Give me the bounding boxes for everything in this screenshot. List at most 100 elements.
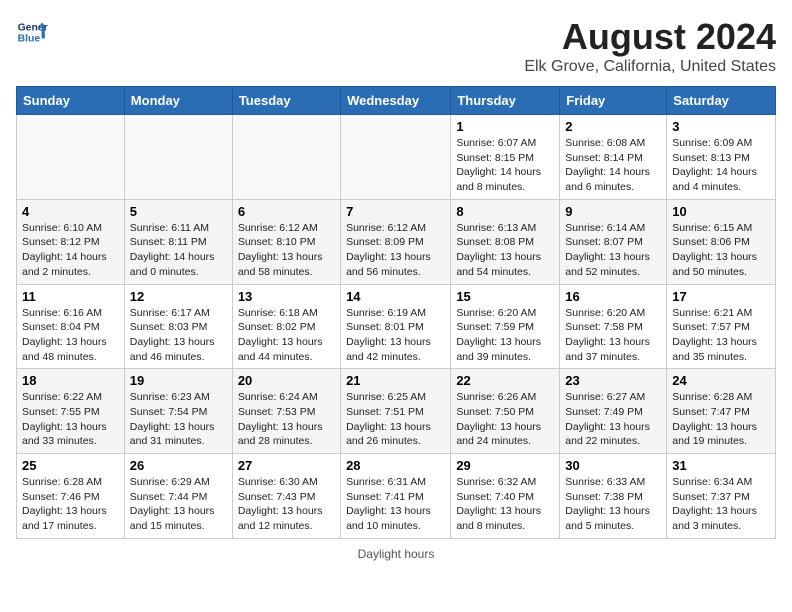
title-area: August 2024 Elk Grove, California, Unite… (524, 16, 776, 76)
calendar-week-1: 1 Sunrise: 6:07 AM Sunset: 8:15 PM Daylig… (17, 115, 776, 200)
day-info: Sunrise: 6:12 AM Sunset: 8:09 PM Dayligh… (346, 221, 445, 280)
page-title: August 2024 (524, 16, 776, 58)
calendar-cell: 9Sunrise: 6:14 AM Sunset: 8:07 PM Daylig… (560, 199, 667, 284)
calendar-cell: 13 Sunrise: 6:18 AM Sunset: 8:02 PM Dayli… (232, 284, 340, 369)
day-info: Sunrise: 6:22 AM Sunset: 7:55 PM Dayligh… (22, 390, 119, 449)
day-number: 13 (238, 289, 335, 304)
day-header-sunday: Sunday (17, 87, 125, 115)
calendar-cell: 6 Sunrise: 6:12 AM Sunset: 8:10 PM Daylig… (232, 199, 340, 284)
day-header-friday: Friday (560, 87, 667, 115)
day-number: 6 (238, 204, 335, 219)
calendar-cell: 1 Sunrise: 6:07 AM Sunset: 8:15 PM Daylig… (451, 115, 560, 200)
day-number: 5 (130, 204, 227, 219)
day-number: 1 (456, 119, 554, 134)
calendar-week-4: 18 Sunrise: 6:22 AM Sunset: 7:55 PM Dayli… (17, 369, 776, 454)
day-info: Sunrise: 6:24 AM Sunset: 7:53 PM Dayligh… (238, 390, 335, 449)
day-info: Sunrise: 6:17 AM Sunset: 8:03 PM Dayligh… (130, 306, 227, 365)
calendar-cell: 27 Sunrise: 6:30 AM Sunset: 7:43 PM Dayli… (232, 454, 340, 539)
calendar-cell: 24Sunrise: 6:28 AM Sunset: 7:47 PM Dayli… (667, 369, 776, 454)
day-number: 26 (130, 458, 227, 473)
calendar-week-5: 25Sunrise: 6:28 AM Sunset: 7:46 PM Dayli… (17, 454, 776, 539)
day-number: 19 (130, 373, 227, 388)
day-info: Sunrise: 6:34 AM Sunset: 7:37 PM Dayligh… (672, 475, 770, 534)
day-number: 28 (346, 458, 445, 473)
svg-text:Blue: Blue (18, 34, 41, 45)
calendar-cell: 2 Sunrise: 6:08 AM Sunset: 8:14 PM Daylig… (560, 115, 667, 200)
calendar-cell: 5 Sunrise: 6:11 AM Sunset: 8:11 PM Daylig… (124, 199, 232, 284)
calendar-cell: 8 Sunrise: 6:13 AM Sunset: 8:08 PM Daylig… (451, 199, 560, 284)
calendar-cell: 20 Sunrise: 6:24 AM Sunset: 7:53 PM Dayli… (232, 369, 340, 454)
day-info: Sunrise: 6:09 AM Sunset: 8:13 PM Dayligh… (672, 136, 770, 195)
calendar-cell (232, 115, 340, 200)
day-info: Sunrise: 6:29 AM Sunset: 7:44 PM Dayligh… (130, 475, 227, 534)
day-number: 30 (565, 458, 661, 473)
calendar-cell: 23 Sunrise: 6:27 AM Sunset: 7:49 PM Dayli… (560, 369, 667, 454)
day-number: 21 (346, 373, 445, 388)
calendar-cell: 16Sunrise: 6:20 AM Sunset: 7:58 PM Dayli… (560, 284, 667, 369)
day-info: Sunrise: 6:11 AM Sunset: 8:11 PM Dayligh… (130, 221, 227, 280)
day-info: Sunrise: 6:27 AM Sunset: 7:49 PM Dayligh… (565, 390, 661, 449)
day-number: 25 (22, 458, 119, 473)
day-info: Sunrise: 6:33 AM Sunset: 7:38 PM Dayligh… (565, 475, 661, 534)
day-number: 7 (346, 204, 445, 219)
day-number: 31 (672, 458, 770, 473)
calendar-cell: 26 Sunrise: 6:29 AM Sunset: 7:44 PM Dayli… (124, 454, 232, 539)
calendar-cell (341, 115, 451, 200)
calendar-cell (124, 115, 232, 200)
day-number: 22 (456, 373, 554, 388)
day-info: Sunrise: 6:10 AM Sunset: 8:12 PM Dayligh… (22, 221, 119, 280)
day-info: Sunrise: 6:13 AM Sunset: 8:08 PM Dayligh… (456, 221, 554, 280)
day-header-wednesday: Wednesday (341, 87, 451, 115)
calendar-cell: 7 Sunrise: 6:12 AM Sunset: 8:09 PM Daylig… (341, 199, 451, 284)
day-info: Sunrise: 6:25 AM Sunset: 7:51 PM Dayligh… (346, 390, 445, 449)
day-info: Sunrise: 6:21 AM Sunset: 7:57 PM Dayligh… (672, 306, 770, 365)
calendar-cell: 14 Sunrise: 6:19 AM Sunset: 8:01 PM Dayli… (341, 284, 451, 369)
day-number: 11 (22, 289, 119, 304)
day-info: Sunrise: 6:08 AM Sunset: 8:14 PM Dayligh… (565, 136, 661, 195)
logo-icon: General Blue (16, 16, 48, 48)
day-info: Sunrise: 6:07 AM Sunset: 8:15 PM Dayligh… (456, 136, 554, 195)
day-number: 23 (565, 373, 661, 388)
calendar-cell: 17Sunrise: 6:21 AM Sunset: 7:57 PM Dayli… (667, 284, 776, 369)
day-header-monday: Monday (124, 87, 232, 115)
calendar-cell: 11Sunrise: 6:16 AM Sunset: 8:04 PM Dayli… (17, 284, 125, 369)
day-info: Sunrise: 6:15 AM Sunset: 8:06 PM Dayligh… (672, 221, 770, 280)
day-number: 10 (672, 204, 770, 219)
day-number: 18 (22, 373, 119, 388)
day-number: 9 (565, 204, 661, 219)
day-number: 27 (238, 458, 335, 473)
calendar-cell: 19 Sunrise: 6:23 AM Sunset: 7:54 PM Dayli… (124, 369, 232, 454)
day-info: Sunrise: 6:19 AM Sunset: 8:01 PM Dayligh… (346, 306, 445, 365)
footer-note: Daylight hours (16, 547, 776, 561)
day-number: 15 (456, 289, 554, 304)
calendar-cell: 12Sunrise: 6:17 AM Sunset: 8:03 PM Dayli… (124, 284, 232, 369)
day-header-thursday: Thursday (451, 87, 560, 115)
day-info: Sunrise: 6:20 AM Sunset: 7:59 PM Dayligh… (456, 306, 554, 365)
calendar-cell: 29Sunrise: 6:32 AM Sunset: 7:40 PM Dayli… (451, 454, 560, 539)
day-info: Sunrise: 6:28 AM Sunset: 7:47 PM Dayligh… (672, 390, 770, 449)
days-header-row: SundayMondayTuesdayWednesdayThursdayFrid… (17, 87, 776, 115)
day-number: 2 (565, 119, 661, 134)
calendar-cell: 3 Sunrise: 6:09 AM Sunset: 8:13 PM Daylig… (667, 115, 776, 200)
day-info: Sunrise: 6:31 AM Sunset: 7:41 PM Dayligh… (346, 475, 445, 534)
day-info: Sunrise: 6:12 AM Sunset: 8:10 PM Dayligh… (238, 221, 335, 280)
day-info: Sunrise: 6:18 AM Sunset: 8:02 PM Dayligh… (238, 306, 335, 365)
day-header-tuesday: Tuesday (232, 87, 340, 115)
day-info: Sunrise: 6:30 AM Sunset: 7:43 PM Dayligh… (238, 475, 335, 534)
day-header-saturday: Saturday (667, 87, 776, 115)
calendar-table: SundayMondayTuesdayWednesdayThursdayFrid… (16, 86, 776, 539)
day-info: Sunrise: 6:26 AM Sunset: 7:50 PM Dayligh… (456, 390, 554, 449)
header: General Blue August 2024 Elk Grove, Cali… (16, 16, 776, 76)
calendar-cell: 18 Sunrise: 6:22 AM Sunset: 7:55 PM Dayli… (17, 369, 125, 454)
calendar-week-3: 11Sunrise: 6:16 AM Sunset: 8:04 PM Dayli… (17, 284, 776, 369)
day-number: 20 (238, 373, 335, 388)
day-number: 3 (672, 119, 770, 134)
day-info: Sunrise: 6:23 AM Sunset: 7:54 PM Dayligh… (130, 390, 227, 449)
day-number: 8 (456, 204, 554, 219)
calendar-cell: 10 Sunrise: 6:15 AM Sunset: 8:06 PM Dayli… (667, 199, 776, 284)
calendar-week-2: 4Sunrise: 6:10 AM Sunset: 8:12 PM Daylig… (17, 199, 776, 284)
calendar-cell: 28 Sunrise: 6:31 AM Sunset: 7:41 PM Dayli… (341, 454, 451, 539)
day-number: 14 (346, 289, 445, 304)
logo: General Blue (16, 16, 48, 48)
calendar-cell: 31 Sunrise: 6:34 AM Sunset: 7:37 PM Dayli… (667, 454, 776, 539)
